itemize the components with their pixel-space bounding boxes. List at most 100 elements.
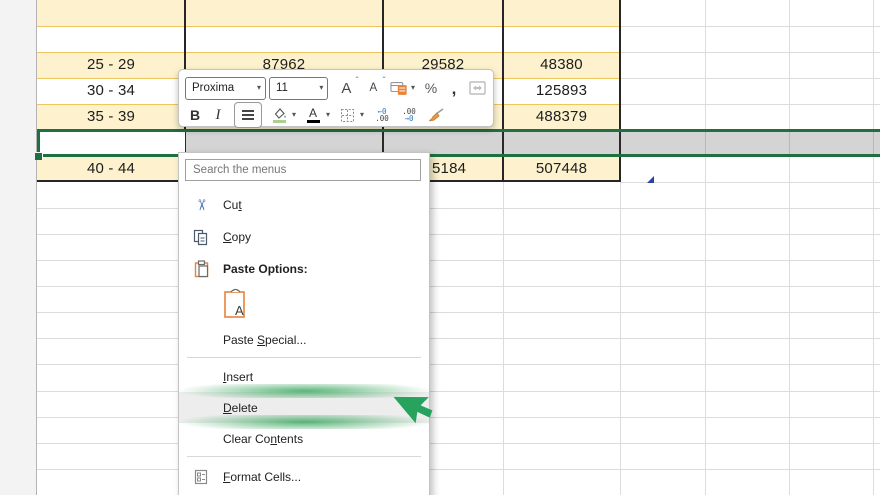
merge-center-icon bbox=[468, 81, 486, 95]
format-painter-brush-icon bbox=[428, 107, 444, 121]
table-resize-handle[interactable] bbox=[647, 176, 654, 183]
row-header-column bbox=[0, 0, 37, 495]
font-color-button[interactable]: A bbox=[303, 104, 323, 126]
menu-separator bbox=[187, 456, 421, 457]
percent-style-button[interactable]: % bbox=[421, 77, 441, 99]
paint-bucket-icon bbox=[274, 108, 286, 119]
fill-handle[interactable] bbox=[35, 152, 43, 160]
menu-item-clear-contents[interactable]: Clear Contents bbox=[179, 423, 429, 454]
bold-button[interactable]: B bbox=[185, 104, 205, 126]
format-painter-button[interactable] bbox=[426, 104, 446, 126]
grow-font-icon: A bbox=[341, 79, 352, 97]
copy-icon bbox=[179, 229, 223, 246]
font-color-swatch bbox=[306, 119, 320, 123]
menu-item-insert[interactable]: Insert bbox=[179, 362, 429, 392]
cell-d11[interactable]: 125893 bbox=[503, 78, 620, 104]
italic-button[interactable]: I bbox=[208, 104, 228, 126]
percent-icon: % bbox=[424, 80, 438, 96]
fill-color-swatch bbox=[272, 120, 286, 123]
increase-decimal-button[interactable]: ←0 .00 bbox=[372, 104, 392, 126]
cell-d10[interactable]: 48380 bbox=[503, 52, 620, 78]
borders-icon bbox=[340, 108, 354, 122]
band-separator bbox=[37, 26, 620, 27]
format-table-icon bbox=[390, 81, 408, 95]
shrink-font-button[interactable]: A ˇ bbox=[363, 76, 386, 99]
menu-item-format-cells[interactable]: Format Cells... bbox=[179, 461, 429, 493]
cell-d12[interactable]: 488379 bbox=[503, 104, 620, 130]
svg-text:A: A bbox=[235, 303, 244, 318]
context-menu: ✂ Cut Copy Paste Op bbox=[178, 152, 430, 495]
chevron-down-icon[interactable]: ▾ bbox=[326, 111, 330, 119]
bold-icon: B bbox=[189, 107, 201, 123]
font-color-a-icon: A bbox=[309, 105, 318, 120]
merge-center-button[interactable] bbox=[467, 77, 487, 99]
gridline bbox=[620, 182, 880, 183]
chevron-down-icon: ▾ bbox=[257, 83, 262, 92]
paste-keep-source-formatting-button[interactable]: A bbox=[223, 287, 248, 324]
table-row-8-band bbox=[37, 0, 620, 26]
gridline bbox=[37, 417, 880, 418]
comma-style-button[interactable]: , bbox=[444, 76, 464, 100]
gridline bbox=[620, 26, 880, 27]
gridline bbox=[37, 208, 880, 209]
selection-border-bottom bbox=[37, 153, 880, 157]
active-cell-a13[interactable] bbox=[38, 130, 185, 156]
gridline bbox=[789, 0, 790, 495]
paste-keep-formatting-row: A bbox=[179, 285, 429, 325]
cell-c14[interactable]: 5184 bbox=[430, 156, 505, 182]
mini-format-toolbar: Proxima ▾ 11 ▾ A ˆ A ˇ ▾ % , B I ▾ A ▾ ▾… bbox=[178, 69, 494, 128]
gridline bbox=[37, 286, 880, 287]
gridline bbox=[37, 312, 880, 313]
scissors-icon: ✂ bbox=[191, 198, 209, 212]
gridline bbox=[873, 0, 874, 495]
selection-border-top bbox=[37, 128, 880, 132]
gridline bbox=[620, 78, 880, 79]
gridline bbox=[37, 469, 880, 470]
up-caret-icon: ˆ bbox=[355, 76, 359, 85]
cell-a14[interactable]: 40 - 44 bbox=[37, 156, 185, 182]
cell-a11[interactable]: 30 - 34 bbox=[37, 78, 185, 104]
menu-item-copy[interactable]: Copy bbox=[179, 221, 429, 253]
down-caret-icon: ˇ bbox=[382, 76, 386, 85]
center-align-button[interactable] bbox=[234, 102, 262, 128]
grow-font-button[interactable]: A ˆ bbox=[336, 76, 359, 99]
clipboard-icon bbox=[179, 260, 223, 278]
comma-icon: , bbox=[451, 79, 457, 98]
gridline bbox=[620, 52, 880, 53]
chevron-down-icon[interactable]: ▾ bbox=[292, 111, 296, 119]
paste-a-icon: A bbox=[224, 288, 245, 318]
menu-item-cut[interactable]: ✂ Cut bbox=[179, 189, 429, 221]
menu-item-delete[interactable]: Delete bbox=[179, 392, 429, 423]
excel-worksheet: 25 - 29 87962 29582 48380 30 - 34 125893… bbox=[0, 0, 880, 495]
menu-item-paste-special[interactable]: Paste Special... bbox=[179, 325, 429, 355]
fill-color-button[interactable] bbox=[269, 104, 289, 126]
align-lines-icon bbox=[242, 110, 254, 112]
format-cells-icon bbox=[179, 469, 223, 485]
cell-d14[interactable]: 507448 bbox=[503, 156, 620, 182]
font-size-combo[interactable]: 11 ▾ bbox=[269, 76, 329, 100]
font-name-combo[interactable]: Proxima ▾ bbox=[185, 76, 267, 100]
borders-button[interactable] bbox=[337, 104, 357, 126]
chevron-down-icon: ▾ bbox=[410, 83, 415, 92]
cell-a10[interactable]: 25 - 29 bbox=[37, 52, 185, 78]
font-name-value: Proxima bbox=[192, 82, 235, 94]
font-size-value: 11 bbox=[276, 82, 288, 94]
gridline bbox=[37, 443, 880, 444]
format-as-table-button[interactable]: ▾ bbox=[390, 77, 415, 99]
gridline bbox=[705, 0, 706, 495]
italic-icon: I bbox=[215, 106, 221, 123]
chevron-down-icon: ▾ bbox=[319, 83, 324, 92]
decrease-decimal-button[interactable]: .00 →0 bbox=[399, 104, 419, 126]
gridline bbox=[37, 364, 880, 365]
cell-a12[interactable]: 35 - 39 bbox=[37, 104, 185, 130]
gridline bbox=[37, 234, 880, 235]
search-input[interactable] bbox=[185, 159, 421, 181]
chevron-down-icon[interactable]: ▾ bbox=[360, 111, 364, 119]
shrink-font-icon: A bbox=[369, 82, 378, 94]
gridline bbox=[37, 338, 880, 339]
gridline bbox=[620, 104, 880, 105]
menu-item-paste-options: Paste Options: bbox=[179, 253, 429, 285]
gridline bbox=[37, 260, 880, 261]
gridline bbox=[37, 391, 880, 392]
menu-separator bbox=[187, 357, 421, 358]
